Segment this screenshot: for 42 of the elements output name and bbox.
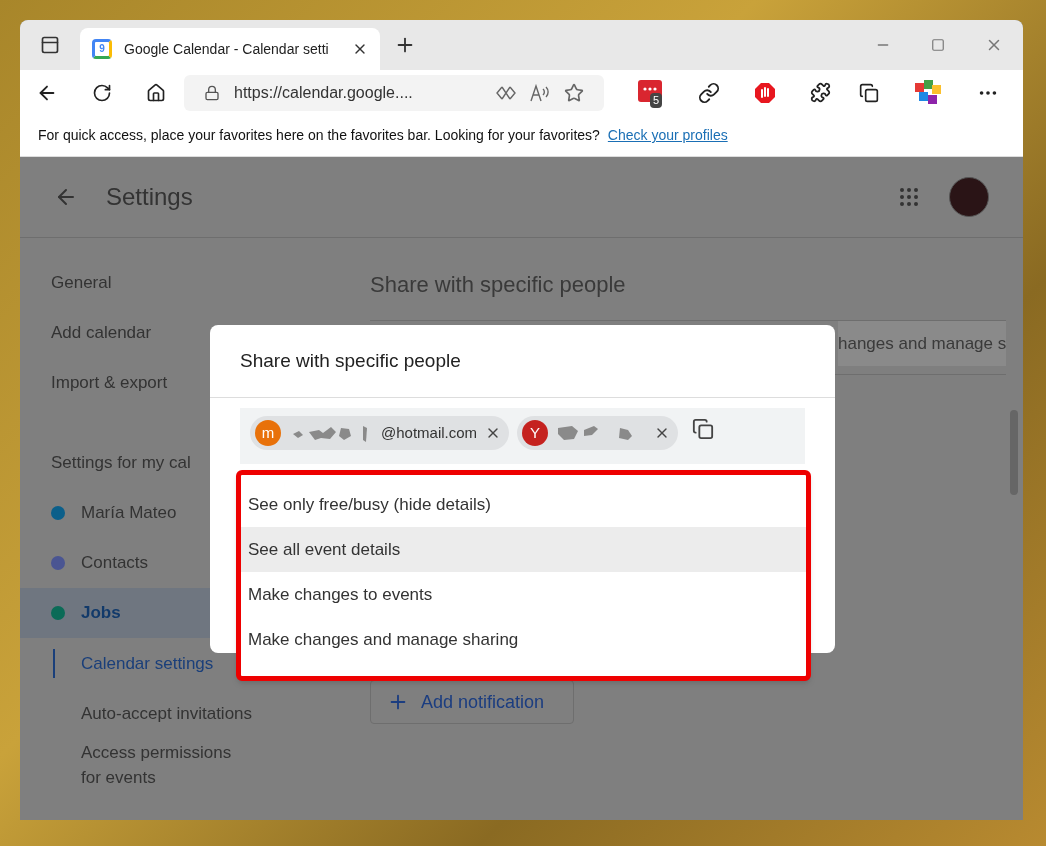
address-text: https://calendar.google....	[234, 82, 413, 103]
reload-icon[interactable]	[92, 82, 112, 103]
calendar-favicon: 9	[92, 39, 112, 59]
menu-option[interactable]: See all event details	[241, 527, 806, 572]
dialog-title: Share with specific people	[240, 348, 461, 373]
sidebar-heading: Settings for my cal	[51, 452, 191, 475]
person-avatar: m	[255, 420, 281, 446]
check-profiles-link[interactable]: Check your profiles	[607, 125, 728, 146]
menu-option[interactable]: Make changes to events	[241, 572, 806, 617]
permission-select[interactable]: hanges and manage s	[838, 321, 1007, 366]
stop-hand-icon[interactable]	[754, 81, 776, 104]
favorite-add-icon[interactable]	[564, 82, 584, 103]
sidebar-subitem[interactable]: Auto-accept invitations	[53, 698, 253, 728]
reader-icon[interactable]	[496, 85, 516, 100]
collections-icon[interactable]	[859, 82, 879, 103]
profile-avatar[interactable]	[949, 177, 989, 217]
sidebar-item[interactable]: General	[51, 270, 112, 296]
lock-icon	[204, 84, 220, 101]
apps-icon[interactable]	[897, 185, 921, 209]
address-bar[interactable]: https://calendar.google....	[184, 74, 604, 111]
favorites-message: For quick access, place your favorites here on the favorites bar. Looking for your favorites?	[38, 126, 600, 145]
section-title: Share with specific people	[370, 271, 627, 299]
menu-option[interactable]: Make changes and manage sharing	[241, 617, 806, 662]
people-field[interactable]: m @hotmail.com Y	[240, 408, 805, 464]
browser-tab[interactable]: 9 Google Calendar - Calendar setti	[80, 28, 380, 70]
home-icon[interactable]	[146, 82, 166, 103]
sidebar-subitem[interactable]: Access permissions for events	[53, 738, 253, 792]
chip-email: @hotmail.com	[381, 422, 478, 443]
read-aloud-icon[interactable]	[530, 83, 550, 102]
menu-option[interactable]: See only free/busy (hide details)	[241, 482, 806, 527]
copy-icon[interactable]	[692, 418, 715, 440]
extensions-icon[interactable]	[810, 82, 831, 103]
cube-logo-icon[interactable]	[913, 78, 943, 107]
tab-actions-icon[interactable]	[40, 35, 60, 55]
link-icon[interactable]	[698, 81, 720, 104]
sidebar-item[interactable]: Add calendar	[51, 320, 152, 346]
sidebar-item[interactable]: Import & export	[51, 370, 168, 396]
page-title: Settings	[106, 182, 193, 212]
tab-title: Google Calendar - Calendar setti	[124, 39, 329, 59]
maximize-icon[interactable]	[931, 38, 945, 52]
person-avatar: Y	[522, 420, 549, 446]
scrollbar-thumb[interactable]	[1010, 410, 1018, 495]
